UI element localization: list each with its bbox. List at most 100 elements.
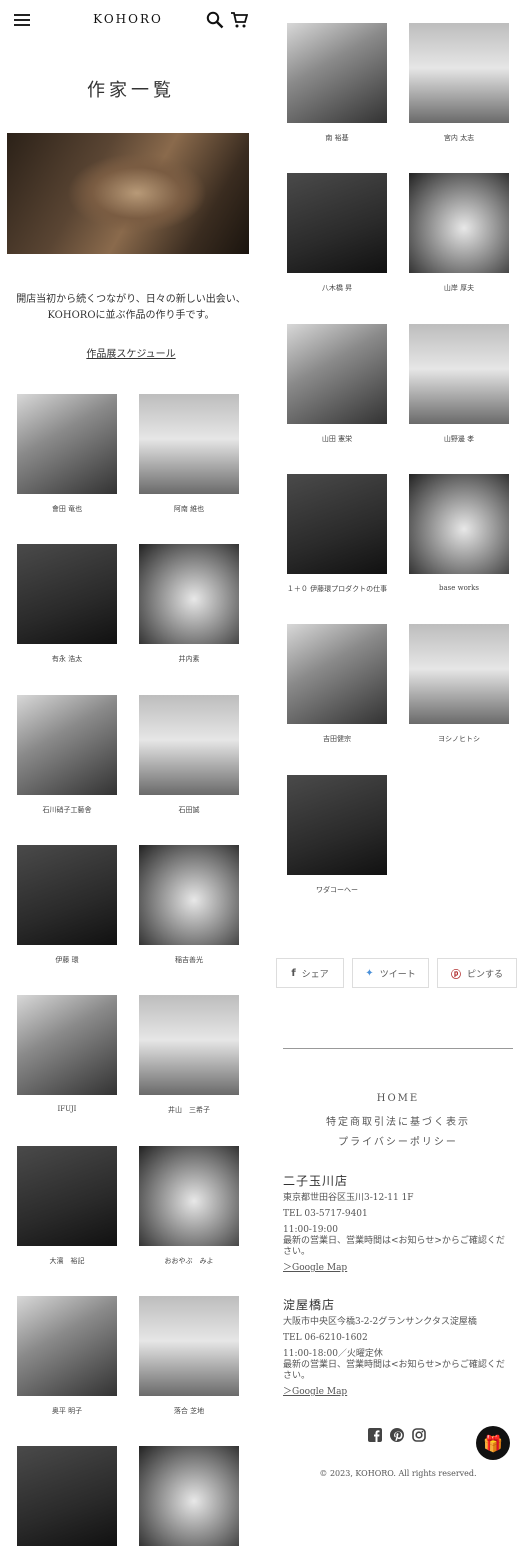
artist-photo[interactable]	[139, 694, 239, 795]
artist-name[interactable]: １＋０ 伊藤環プロダクトの仕事	[276, 584, 398, 594]
artist-photo[interactable]	[17, 1446, 117, 1547]
artist-card[interactable]: ヨシノヒトシ	[398, 624, 520, 744]
site-logo[interactable]: KOHORO	[92, 12, 164, 26]
artist-name[interactable]: 落合 芝地	[128, 1406, 250, 1416]
intro-text: 開店当初から続くつながり、日々の新しい出会い、 KOHOROに並ぶ作品の作り手で…	[0, 292, 262, 324]
artist-name[interactable]: 山田 憲栄	[276, 434, 398, 444]
facebook-icon: f	[291, 967, 296, 979]
artist-name[interactable]: base works	[398, 584, 520, 592]
artist-card[interactable]: おおやぶ みよ	[128, 1145, 250, 1266]
artist-photo[interactable]	[409, 624, 509, 725]
artist-photo[interactable]	[139, 1446, 239, 1547]
artist-name[interactable]: 井山 三希子	[128, 1105, 250, 1115]
artist-photo[interactable]	[287, 323, 387, 424]
facebook-icon[interactable]	[368, 1428, 382, 1442]
gift-button[interactable]: 🎁	[476, 1426, 510, 1460]
artist-card[interactable]: 會田 竜也	[6, 394, 128, 514]
artist-photo[interactable]	[17, 844, 117, 945]
artist-card[interactable]: 落合 芝地	[128, 1295, 250, 1416]
artist-card[interactable]: 山野邊 孝	[398, 323, 520, 444]
cart-icon[interactable]	[230, 11, 248, 29]
artist-photo[interactable]	[139, 995, 239, 1096]
search-icon[interactable]	[206, 11, 224, 29]
footer-link-tokushoho[interactable]: 特定商取引法に基づく表示	[270, 1113, 526, 1128]
schedule-link[interactable]: 作品展スケジュール	[86, 349, 175, 360]
artist-name[interactable]: ワダコーヘー	[276, 885, 398, 895]
artist-name[interactable]: 井内素	[128, 654, 250, 664]
artist-photo[interactable]	[139, 394, 239, 494]
artist-name[interactable]: ヨシノヒトシ	[398, 734, 520, 744]
share-pinterest-button[interactable]: ⓟ ピンする	[437, 958, 517, 988]
artist-card[interactable]: 宮内 太志	[398, 23, 520, 143]
footer-link-privacy[interactable]: プライバシーポリシー	[270, 1133, 526, 1148]
artist-photo[interactable]	[17, 694, 117, 795]
artist-card[interactable]: 大濱 裕記	[6, 1145, 128, 1266]
artist-name[interactable]: 八木橋 昇	[276, 283, 398, 293]
artist-name[interactable]: 石川硝子工藝舎	[6, 805, 128, 815]
artist-card[interactable]: 井山 三希子	[128, 995, 250, 1115]
pinterest-icon[interactable]	[390, 1428, 404, 1442]
artist-name[interactable]: 吉田健宗	[276, 734, 398, 744]
artist-name[interactable]: 大濱 裕記	[6, 1256, 128, 1266]
artist-name[interactable]: 奥平 明子	[6, 1406, 128, 1416]
menu-icon[interactable]	[14, 14, 30, 26]
artist-card[interactable]: 奥平 明子	[6, 1295, 128, 1416]
artist-name[interactable]: 石田誠	[128, 805, 250, 815]
artist-photo[interactable]	[17, 1145, 117, 1246]
artist-photo[interactable]	[287, 173, 387, 274]
store1-map-link[interactable]: ＞Google Map	[283, 1263, 347, 1273]
artist-photo[interactable]	[287, 23, 387, 123]
artist-name[interactable]: 有永 浩太	[6, 654, 128, 664]
artist-name[interactable]: 山岸 厚夫	[398, 283, 520, 293]
artist-card[interactable]: 吉田健宗	[276, 624, 398, 744]
artist-name[interactable]: 伊藤 環	[6, 955, 128, 965]
artist-card[interactable]: 有永 浩太	[6, 544, 128, 664]
artist-photo[interactable]	[139, 1295, 239, 1396]
artist-card[interactable]: 稲吉善光	[128, 844, 250, 965]
artist-photo[interactable]	[17, 544, 117, 645]
artist-name[interactable]: 南 裕基	[276, 133, 398, 143]
artist-name[interactable]: IFUJI	[6, 1105, 128, 1113]
store2-map-link[interactable]: ＞Google Map	[283, 1387, 347, 1397]
share-twitter-button[interactable]: ✦ ツイート	[352, 958, 429, 988]
artist-card[interactable]: ワダコーヘー	[276, 774, 398, 895]
artist-card[interactable]: 阿南 維也	[128, 394, 250, 514]
artist-name[interactable]: 阿南 維也	[128, 504, 250, 514]
artist-card[interactable]: 南 裕基	[276, 23, 398, 143]
artist-card[interactable]: １＋０ 伊藤環プロダクトの仕事	[276, 473, 398, 594]
artist-photo[interactable]	[17, 995, 117, 1096]
artist-photo[interactable]	[287, 473, 387, 574]
artist-name[interactable]: 稲吉善光	[128, 955, 250, 965]
artist-photo[interactable]	[17, 394, 117, 494]
artist-photo[interactable]	[409, 323, 509, 424]
artist-photo[interactable]	[409, 23, 509, 123]
artist-card[interactable]: 石川硝子工藝舎	[6, 694, 128, 815]
artist-card[interactable]: IFUJI	[6, 995, 128, 1113]
share-facebook-button[interactable]: f シェア	[276, 958, 344, 988]
artist-name[interactable]: 宮内 太志	[398, 133, 520, 143]
artist-card[interactable]: 山田 憲栄	[276, 323, 398, 444]
artist-name[interactable]: おおやぶ みよ	[128, 1256, 250, 1266]
instagram-icon[interactable]	[412, 1428, 426, 1442]
artist-photo[interactable]	[139, 544, 239, 645]
artist-card[interactable]: 山岸 厚夫	[398, 173, 520, 293]
artist-card[interactable]: 石田誠	[128, 694, 250, 815]
artist-card[interactable]: 八木橋 昇	[276, 173, 398, 293]
artist-photo[interactable]	[409, 173, 509, 274]
artist-photo[interactable]	[409, 473, 509, 574]
artist-card[interactable]: base works	[398, 473, 520, 592]
artist-photo[interactable]	[17, 1295, 117, 1396]
artist-name[interactable]: 山野邊 孝	[398, 434, 520, 444]
artist-card[interactable]: 井内素	[128, 544, 250, 664]
artist-card[interactable]	[128, 1446, 250, 1556]
artist-photo[interactable]	[139, 844, 239, 945]
footer-link-home[interactable]: HOME	[270, 1093, 526, 1104]
hero-image	[7, 133, 249, 254]
artist-card[interactable]	[6, 1446, 128, 1556]
artist-card[interactable]: 伊藤 環	[6, 844, 128, 965]
artist-photo[interactable]	[287, 624, 387, 725]
artist-name[interactable]: 會田 竜也	[6, 504, 128, 514]
artist-photo[interactable]	[139, 1145, 239, 1246]
artist-photo[interactable]	[287, 774, 387, 875]
store2-note: 最新の営業日、営業時間は<お知らせ>からご確認ください。	[283, 1360, 505, 1381]
